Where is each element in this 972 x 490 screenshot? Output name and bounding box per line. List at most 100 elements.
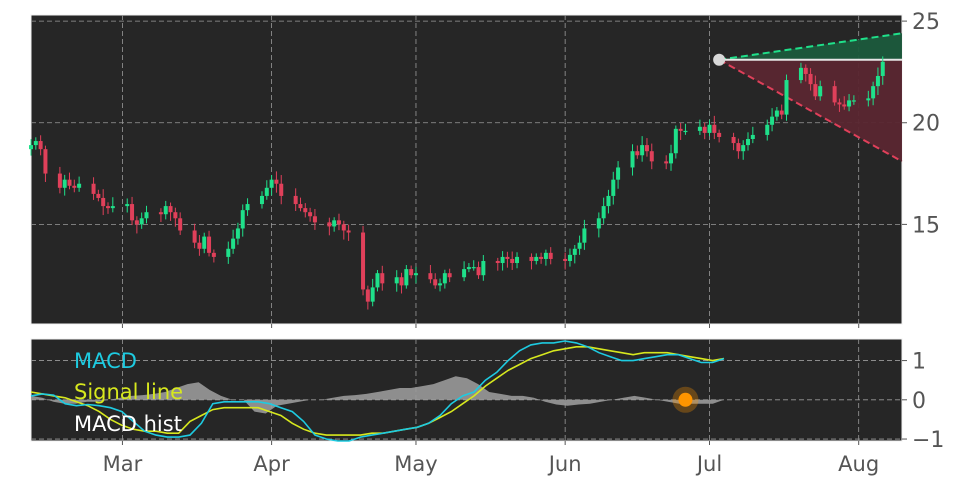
candle-body: [29, 145, 33, 150]
candle-body: [312, 216, 317, 223]
candle-body: [67, 179, 72, 186]
candle-body: [110, 206, 115, 209]
candle-body: [57, 173, 62, 188]
x-tick-label: Apr: [253, 452, 290, 476]
candle-body: [245, 204, 250, 211]
candle-body: [375, 273, 380, 288]
candle-body: [105, 206, 110, 209]
candle-body: [428, 273, 433, 280]
candle-body: [534, 256, 539, 261]
candle-body: [62, 179, 67, 188]
candle-body: [616, 167, 621, 180]
candle-body: [630, 151, 635, 168]
candle-body: [404, 269, 409, 286]
x-tick-label: Jun: [547, 452, 582, 476]
candle-body: [635, 151, 640, 156]
candle-body: [327, 222, 332, 227]
y-tick-label: 0: [912, 389, 926, 414]
candle-body: [803, 67, 808, 74]
candle-body: [231, 238, 236, 249]
candle-body: [447, 273, 452, 278]
candle-body: [664, 161, 669, 164]
y-tick-label: 15: [912, 213, 940, 238]
candle-body: [481, 260, 486, 276]
candle-body: [741, 145, 746, 152]
candle-body: [500, 256, 505, 264]
candle-body: [370, 287, 375, 302]
candle-body: [158, 212, 163, 215]
candle-body: [476, 267, 481, 276]
candle-body: [413, 273, 418, 276]
candle-body: [765, 124, 770, 135]
candle-body: [736, 143, 741, 152]
candle-body: [601, 206, 606, 219]
candle-body: [202, 236, 207, 249]
stock-chart: 15 20 25 1 0 −1 MACD Signal line MACD hist M…: [0, 0, 972, 486]
candle-body: [563, 258, 568, 261]
candle-body: [712, 124, 717, 133]
candle-body: [264, 187, 269, 196]
candle-body: [365, 289, 370, 302]
candle-body: [399, 277, 404, 286]
candle-body: [207, 236, 212, 253]
y-tick-label: 1: [912, 350, 926, 375]
candle-body: [332, 220, 337, 227]
crossover-marker: [678, 392, 693, 407]
candle-body: [72, 185, 77, 188]
candle-body: [442, 273, 447, 284]
candle-body: [269, 179, 274, 188]
candle-body: [240, 210, 245, 229]
candle-body: [77, 183, 82, 188]
y-tick-label: −1: [912, 428, 944, 453]
candle-body: [529, 256, 534, 261]
candle-body: [697, 126, 702, 131]
candle-body: [539, 256, 544, 259]
candle-body: [130, 204, 135, 221]
candle-body: [33, 141, 38, 146]
candle-body: [409, 269, 414, 276]
x-tick-label: May: [394, 452, 437, 476]
legend-macd-hist: MACD hist: [74, 412, 182, 436]
candle-body: [774, 110, 779, 117]
candle-body: [168, 206, 173, 213]
candle-body: [101, 197, 106, 207]
candle-body: [336, 220, 341, 225]
candle-body: [298, 204, 303, 209]
candle-body: [197, 242, 202, 249]
candle-body: [851, 100, 856, 102]
candle-body: [611, 179, 616, 196]
chart-svg: 15 20 25 1 0 −1 MACD Signal line MACD hist M…: [29, 10, 944, 476]
macd-panel: 1 0 −1 MACD Signal line MACD hist: [30, 338, 944, 453]
candle-body: [572, 248, 577, 255]
candle-body: [471, 267, 476, 269]
candle-body: [871, 86, 876, 99]
candle-body: [702, 126, 707, 133]
candle-body: [649, 151, 654, 162]
candle-body: [308, 212, 313, 217]
candle-body: [361, 232, 366, 290]
candle-body: [515, 256, 520, 264]
x-tick-label: Jul: [695, 452, 722, 476]
y-tick-label: 20: [912, 112, 940, 137]
y-tick-label: 25: [912, 10, 940, 35]
candle-body: [731, 136, 736, 144]
candle-body: [125, 204, 130, 207]
last-price-marker: [713, 53, 726, 66]
candle-body: [495, 260, 500, 264]
candle-body: [707, 124, 712, 133]
candle-body: [847, 100, 852, 107]
candle-body: [644, 145, 649, 152]
candle-body: [770, 116, 775, 125]
candle-body: [813, 84, 818, 97]
candle-body: [596, 218, 601, 229]
price-panel: 15 20 25: [29, 10, 940, 325]
macd-y-axis: 1 0 −1: [902, 350, 944, 453]
candle-body: [866, 98, 871, 101]
candle-body: [673, 128, 678, 154]
candle-body: [341, 224, 346, 231]
candle-body: [746, 139, 751, 146]
candle-body: [678, 128, 683, 131]
candle-body: [606, 195, 611, 207]
candle-body: [346, 230, 351, 233]
candle-body: [462, 269, 467, 278]
